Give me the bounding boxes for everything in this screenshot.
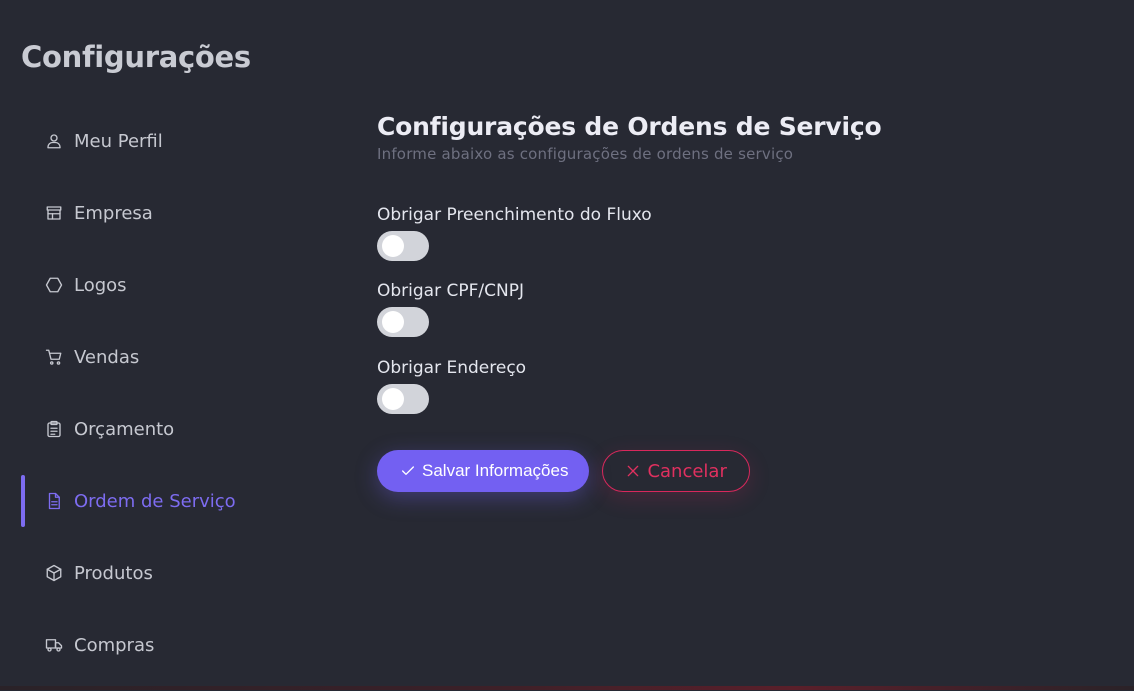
sidebar-item-vendas[interactable]: Vendas [21, 331, 341, 383]
field-label: Obrigar CPF/CNPJ [377, 281, 524, 301]
sidebar-item-label: Meu Perfil [74, 130, 163, 152]
settings-sidebar: Meu Perfil Empresa Logos Vendas Orçament… [21, 115, 341, 691]
user-icon [45, 132, 63, 150]
truck-icon [45, 636, 63, 654]
sidebar-item-label: Empresa [74, 202, 153, 224]
page-title: Configurações [21, 40, 251, 74]
sidebar-item-label: Logos [74, 274, 127, 296]
save-button[interactable]: Salvar Informações [377, 450, 590, 492]
sidebar-item-label: Vendas [74, 346, 140, 368]
toggle-knob [382, 235, 404, 257]
field-label: Obrigar Preenchimento do Fluxo [377, 205, 652, 225]
field-label: Obrigar Endereço [377, 358, 527, 378]
cancel-button[interactable]: Cancelar [602, 450, 750, 492]
save-button-label: Salvar Informações [422, 461, 569, 480]
sidebar-item-label: Ordem de Serviço [74, 490, 236, 512]
close-icon [628, 465, 639, 477]
sidebar-item-meu-perfil[interactable]: Meu Perfil [21, 115, 341, 167]
toggle-knob [382, 388, 404, 410]
sidebar-item-label: Orçamento [74, 418, 175, 440]
sidebar-item-label: Compras [74, 634, 155, 656]
settings-panel: Configurações de Ordens de Serviço Infor… [377, 112, 882, 492]
field-obrigar-cpf-cnpj: Obrigar CPF/CNPJ [377, 281, 524, 337]
bottom-divider [0, 686, 1134, 690]
document-icon [45, 492, 63, 510]
clipboard-icon [45, 420, 63, 438]
sidebar-item-produtos[interactable]: Produtos [21, 547, 341, 599]
sidebar-item-compras[interactable]: Compras [21, 619, 341, 671]
sidebar-item-ordem-de-servico[interactable]: Ordem de Serviço [21, 475, 341, 527]
cancel-button-label: Cancelar [647, 460, 727, 482]
toggle-obrigar-endereco[interactable] [377, 384, 429, 414]
sidebar-item-label: Produtos [74, 562, 153, 584]
toggle-knob [382, 311, 404, 333]
box-icon [45, 564, 63, 582]
section-subtitle: Informe abaixo as configurações de orden… [377, 145, 794, 163]
sidebar-item-empresa[interactable]: Empresa [21, 187, 341, 239]
toggle-obrigar-cpf-cnpj[interactable] [377, 307, 429, 337]
action-buttons: Salvar Informações Cancelar [377, 450, 750, 492]
hexagon-icon [45, 276, 63, 294]
store-icon [45, 204, 63, 222]
sidebar-item-orcamento[interactable]: Orçamento [21, 403, 341, 455]
sidebar-item-logos[interactable]: Logos [21, 259, 341, 311]
toggle-obrigar-fluxo[interactable] [377, 231, 429, 261]
cart-icon [45, 348, 63, 366]
section-title: Configurações de Ordens de Serviço [377, 112, 882, 141]
field-obrigar-fluxo: Obrigar Preenchimento do Fluxo [377, 205, 652, 261]
field-obrigar-endereco: Obrigar Endereço [377, 358, 526, 414]
check-icon [402, 466, 414, 475]
